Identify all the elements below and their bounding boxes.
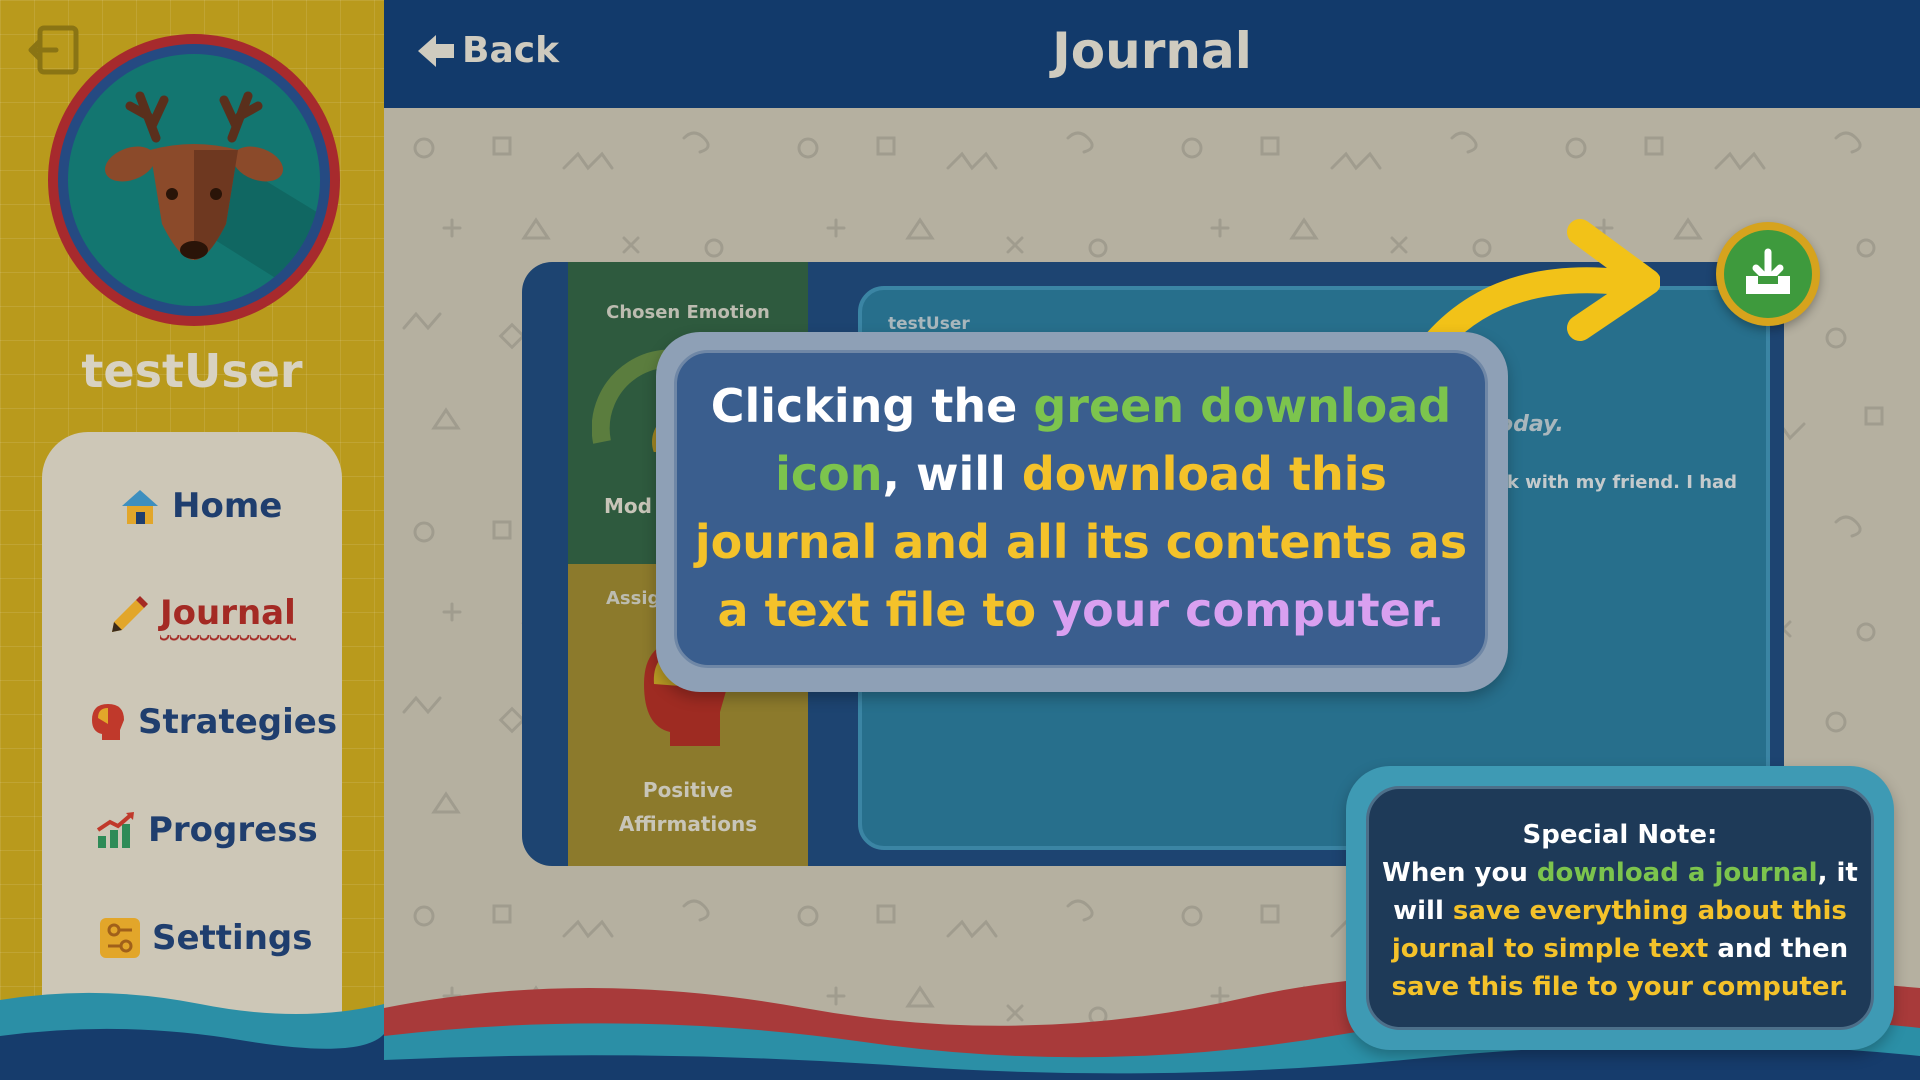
nav-label-journal: Journal [160,593,296,643]
note-body: When you download a journal, it will sav… [1376,854,1864,1006]
nav-item-journal[interactable]: Journal [108,592,296,643]
username: testUser [81,344,303,398]
affirmations-line2: Affirmations [618,812,758,836]
page-title: Journal [1052,22,1252,80]
tooltip-message: Clicking the green download icon, will d… [690,372,1472,644]
download-button[interactable] [1716,222,1820,326]
note-part6: save this file to your computer. [1391,972,1849,1002]
tooltip-part3: , will [882,447,1022,501]
nav-label-progress: Progress [148,810,318,850]
deer-icon [104,91,320,306]
entry-text: rk with my friend. I had [1498,472,1738,493]
tooltip-part5: your computer. [1052,583,1445,637]
nav-item-strategies[interactable]: Strategies [84,700,337,744]
note-part1: When you [1382,858,1537,888]
pointer-arrow [1423,219,1660,348]
note-title: Special Note: [1522,820,1718,850]
mood-label: Mod [604,494,652,518]
entry-username: testUser [888,314,970,334]
nav-label-strategies: Strategies [138,702,338,742]
special-note: Special Note: When you download a journa… [1376,816,1864,1006]
pencil-icon [112,596,148,632]
sidebar-wave [0,992,384,1080]
sliders-icon [100,918,140,958]
nav-label-home: Home [172,486,283,526]
home-icon [122,490,158,524]
note-part2: download a journal [1536,858,1818,888]
download-icon [1746,248,1790,294]
chosen-emotion-label: Chosen Emotion [606,302,770,323]
chart-icon [96,812,134,848]
assign-label: Assig [606,588,661,609]
note-part5: and then [1708,934,1849,964]
nav-menu: Home Journal Strategies Progress Setting… [42,432,342,1052]
nav-item-progress[interactable]: Progress [94,808,318,852]
tooltip-part1: Clicking the [710,379,1034,433]
nav-item-home[interactable]: Home [118,484,282,528]
head-icon [92,704,124,740]
exit-icon[interactable] [26,24,80,76]
nav-label-settings: Settings [152,918,313,958]
nav-item-settings[interactable]: Settings [98,916,313,960]
avatar[interactable] [48,34,340,326]
affirmations-line1: Positive [642,778,734,802]
